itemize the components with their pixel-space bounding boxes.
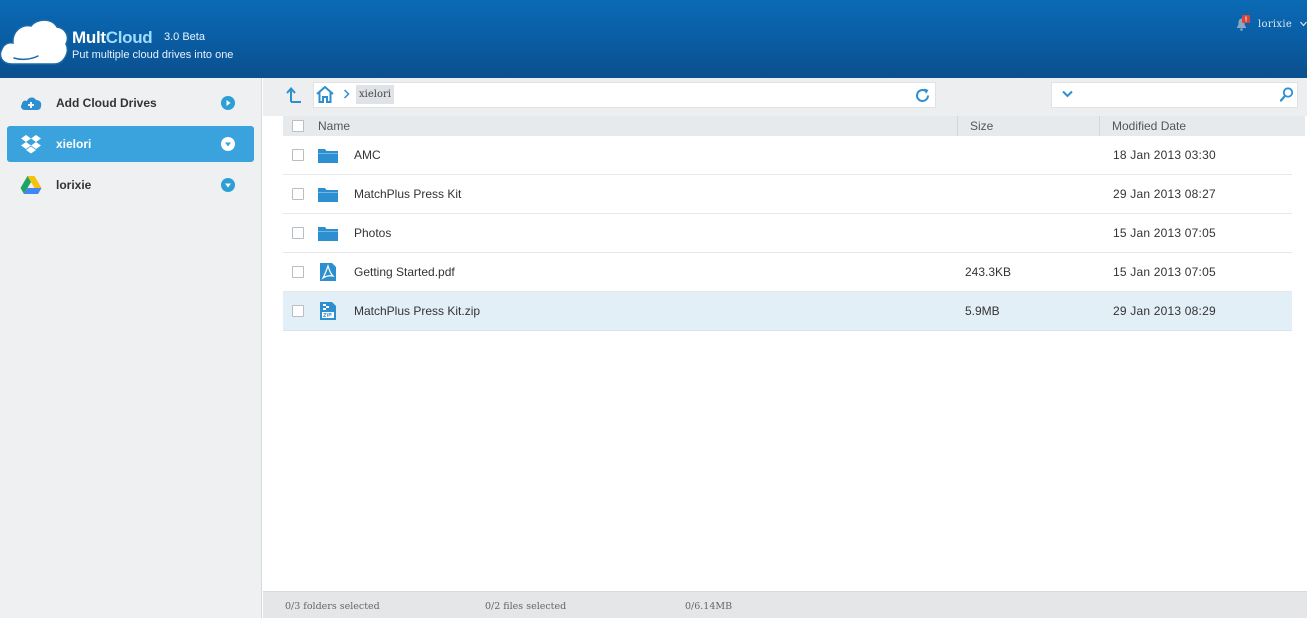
app-header: MultCloud 3.0 Beta Put multiple cloud dr… — [0, 0, 1307, 78]
breadcrumb-xielori[interactable]: xielori — [356, 85, 394, 104]
notification-badge: ! — [1245, 17, 1247, 24]
row-checkbox[interactable] — [292, 188, 304, 200]
notification-bell-icon[interactable]: ! — [1234, 15, 1252, 33]
sidebar-item-lorixie[interactable]: lorixie — [7, 167, 254, 203]
sidebar-item-label: lorixie — [56, 178, 92, 192]
sidebar-item-label: xielori — [56, 137, 92, 151]
column-divider[interactable] — [957, 116, 958, 136]
row-checkbox[interactable] — [292, 266, 304, 278]
column-header-name[interactable]: Name — [318, 119, 350, 133]
sidebar: Add Cloud Drives xielori lorixie — [0, 78, 262, 618]
sidebar-item-add-cloud-drives[interactable]: Add Cloud Drives — [7, 85, 254, 121]
refresh-icon[interactable] — [914, 87, 931, 104]
chevron-down-icon[interactable] — [221, 178, 235, 192]
file-name[interactable]: AMC — [354, 148, 381, 162]
add-cloud-icon — [21, 97, 42, 110]
path-bar — [313, 82, 936, 108]
version-label: 3.0 Beta — [164, 31, 205, 43]
file-name[interactable]: MatchPlus Press Kit — [354, 187, 461, 201]
row-checkbox[interactable] — [292, 149, 304, 161]
zip-file-icon — [320, 302, 336, 320]
sidebar-item-label: Add Cloud Drives — [56, 96, 157, 110]
search-input[interactable] — [1078, 84, 1274, 106]
pdf-file-icon — [320, 263, 336, 281]
table-row[interactable]: MatchPlus Press Kit.zip 5.9MB 29 Jan 201… — [283, 292, 1292, 331]
file-name[interactable]: Getting Started.pdf — [354, 265, 455, 279]
folders-selected-status: 0/3 folders selected — [285, 601, 380, 612]
table-row[interactable]: Getting Started.pdf 243.3KB 15 Jan 2013 … — [283, 253, 1292, 292]
multcloud-logo-icon[interactable] — [0, 14, 68, 66]
file-modified-date: 15 Jan 2013 07:05 — [1113, 226, 1216, 240]
table-row[interactable]: Photos 15 Jan 2013 07:05 — [283, 214, 1292, 253]
file-modified-date: 29 Jan 2013 08:27 — [1113, 187, 1216, 201]
table-row[interactable]: AMC 18 Jan 2013 03:30 — [283, 136, 1292, 175]
status-bar: 0/3 folders selected 0/2 files selected … — [263, 591, 1307, 618]
chevron-down-icon[interactable] — [1300, 21, 1307, 27]
expand-arrow-icon[interactable] — [221, 96, 235, 110]
select-all-checkbox[interactable] — [292, 120, 304, 132]
files-selected-status: 0/2 files selected — [485, 601, 567, 612]
chevron-down-icon[interactable] — [1062, 90, 1073, 98]
dropbox-icon — [21, 135, 41, 154]
folder-icon — [318, 227, 338, 241]
brand-name: MultCloud — [72, 28, 153, 47]
google-drive-icon — [20, 176, 42, 194]
row-checkbox[interactable] — [292, 227, 304, 239]
column-divider[interactable] — [1099, 116, 1100, 136]
sidebar-item-xielori[interactable]: xielori — [7, 126, 254, 162]
chevron-down-icon[interactable] — [221, 137, 235, 151]
file-size: 243.3KB — [965, 265, 1012, 279]
file-modified-date: 18 Jan 2013 03:30 — [1113, 148, 1216, 162]
file-table-header: Name Size Modified Date — [283, 116, 1305, 136]
column-header-modified-date[interactable]: Modified Date — [1112, 119, 1186, 133]
chevron-right-icon — [343, 89, 350, 99]
table-row[interactable]: MatchPlus Press Kit 29 Jan 2013 08:27 — [283, 175, 1292, 214]
file-size: 5.9MB — [965, 304, 1000, 318]
file-name[interactable]: Photos — [354, 226, 391, 240]
row-checkbox[interactable] — [292, 305, 304, 317]
folder-icon — [318, 149, 338, 163]
tagline: Put multiple cloud drives into one — [72, 49, 234, 61]
go-up-icon[interactable] — [284, 86, 304, 104]
home-icon[interactable] — [316, 86, 334, 103]
username-menu[interactable]: lorixie — [1258, 19, 1292, 30]
file-modified-date: 15 Jan 2013 07:05 — [1113, 265, 1216, 279]
search-icon[interactable] — [1280, 87, 1294, 102]
file-name[interactable]: MatchPlus Press Kit.zip — [354, 304, 480, 318]
folder-icon — [318, 188, 338, 202]
file-modified-date: 29 Jan 2013 08:29 — [1113, 304, 1216, 318]
selected-size-status: 0/6.14MB — [685, 601, 733, 612]
column-header-size[interactable]: Size — [970, 119, 993, 133]
